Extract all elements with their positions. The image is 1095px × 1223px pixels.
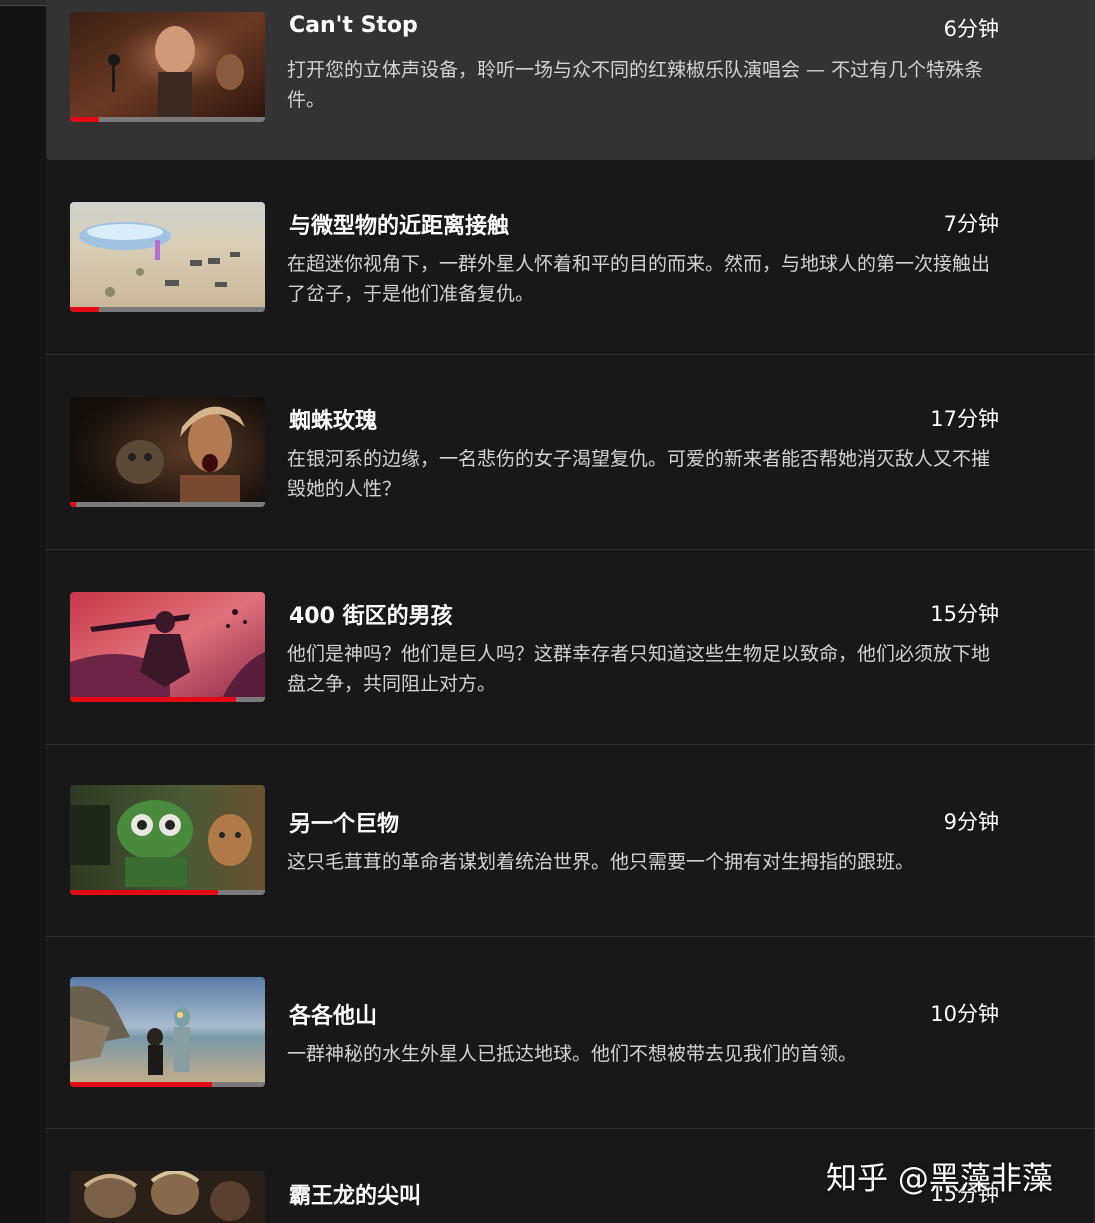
episode-description: 这只毛茸茸的革命者谋划着统治世界。他只需要一个拥有对生拇指的跟班。	[287, 851, 915, 873]
thumbnail-image	[70, 592, 265, 702]
episode-row-6[interactable]: 各各他山 10分钟 一群神秘的水生外星人已抵达地球。他们不想被带去见我们的首领。	[46, 937, 1095, 1129]
watermark-text: 知乎 @黑藻非藻	[826, 1161, 1053, 1197]
episode-duration: 10分钟	[930, 1002, 999, 1026]
episode-duration: 7分钟	[943, 212, 999, 236]
watch-progress-fill	[70, 307, 100, 312]
episode-title: 蜘蛛玫瑰	[289, 409, 378, 434]
episode-title: 与微型物的近距离接触	[289, 214, 510, 239]
thumbnail-image	[70, 202, 265, 312]
thumbnail-image	[70, 12, 265, 122]
watch-progress-track	[70, 502, 265, 507]
episode-description: 在银河系的边缘，一名悲伤的女子渴望复仇。可爱的新来者能否帮她消灭敌人又不摧毁她的…	[287, 448, 991, 500]
episode-thumbnail[interactable]	[70, 397, 265, 507]
episode-title: 各各他山	[289, 1004, 378, 1029]
thumbnail-image	[70, 785, 265, 895]
episode-row-5[interactable]: 另一个巨物 9分钟 这只毛茸茸的革命者谋划着统治世界。他只需要一个拥有对生拇指的…	[46, 745, 1095, 937]
episode-duration: 6分钟	[943, 17, 999, 41]
episode-title: 另一个巨物	[289, 812, 400, 837]
episode-thumbnail[interactable]	[70, 977, 265, 1087]
episode-title: 400 街区的男孩	[289, 604, 453, 629]
episode-duration: 17分钟	[930, 407, 999, 431]
episode-thumbnail[interactable]	[70, 785, 265, 895]
episode-thumbnail[interactable]	[70, 12, 265, 122]
episode-title: 霸王龙的尖叫	[289, 1184, 422, 1209]
episode-description: 打开您的立体声设备，聆听一场与众不同的红辣椒乐队演唱会 — 不过有几个特殊条件。	[287, 59, 984, 111]
watch-progress-track	[70, 307, 265, 312]
episode-duration: 9分钟	[943, 810, 999, 834]
watch-progress-track	[70, 1082, 265, 1087]
watch-progress-track	[70, 117, 265, 122]
thumbnail-image	[70, 977, 265, 1087]
episode-title: Can't Stop	[289, 13, 418, 38]
episode-thumbnail[interactable]	[70, 1171, 265, 1223]
thumbnail-image	[70, 397, 265, 507]
episode-row-1[interactable]: Can't Stop 6分钟 打开您的立体声设备，聆听一场与众不同的红辣椒乐队演…	[46, 0, 1095, 160]
episode-thumbnail[interactable]	[70, 592, 265, 702]
watch-progress-fill	[70, 1082, 213, 1087]
episode-description: 他们是神吗？他们是巨人吗？这群幸存者只知道这些生物足以致命，他们必须放下地盘之争…	[287, 643, 991, 695]
episode-row-3[interactable]: 蜘蛛玫瑰 17分钟 在银河系的边缘，一名悲伤的女子渴望复仇。可爱的新来者能否帮她…	[46, 355, 1095, 550]
episode-row-2[interactable]: 与微型物的近距离接触 7分钟 在超迷你视角下，一群外星人怀着和平的目的而来。然而…	[46, 160, 1095, 355]
episode-thumbnail[interactable]	[70, 202, 265, 312]
episode-list-page: Can't Stop 6分钟 打开您的立体声设备，聆听一场与众不同的红辣椒乐队演…	[0, 0, 1095, 1223]
watch-progress-fill	[70, 697, 236, 702]
episode-row-4[interactable]: 400 街区的男孩 15分钟 他们是神吗？他们是巨人吗？这群幸存者只知道这些生物…	[46, 550, 1095, 745]
watch-progress-fill	[70, 890, 219, 895]
watch-progress-fill	[70, 117, 100, 122]
watch-progress-track	[70, 890, 265, 895]
episode-description: 在超迷你视角下，一群外星人怀着和平的目的而来。然而，与地球人的第一次接触出了岔子…	[287, 253, 991, 305]
thumbnail-image	[70, 1171, 265, 1223]
episode-duration: 15分钟	[930, 602, 999, 626]
episode-description: 一群神秘的水生外星人已抵达地球。他们不想被带去见我们的首领。	[287, 1043, 858, 1065]
watch-progress-track	[70, 697, 265, 702]
left-gutter	[0, 6, 46, 1223]
watch-progress-fill	[70, 502, 76, 507]
